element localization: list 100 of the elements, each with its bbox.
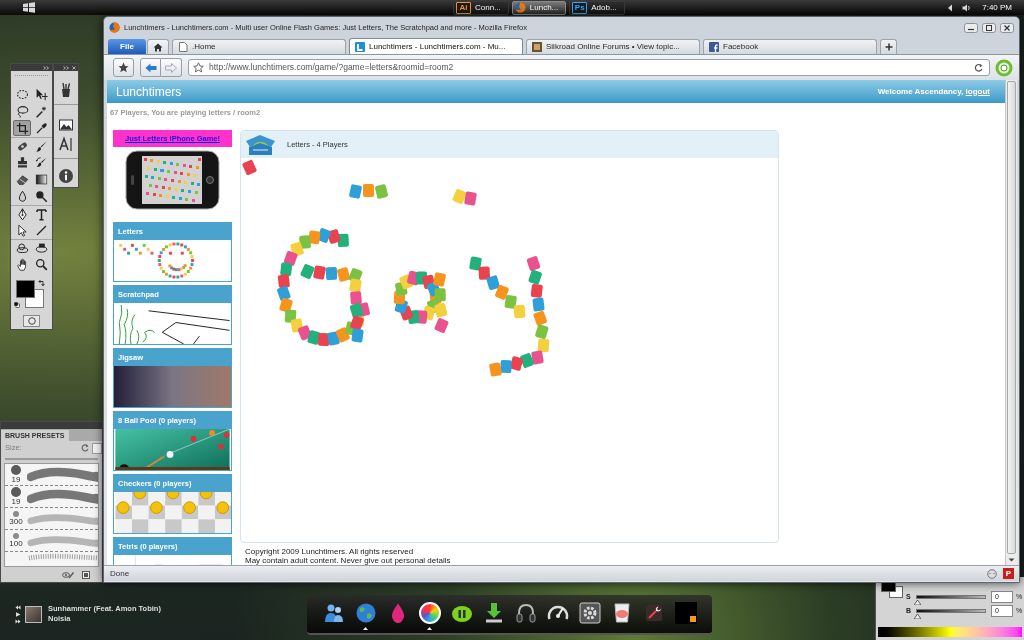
- status-text: Done: [110, 567, 130, 580]
- scrollbar-thumb[interactable]: [1007, 81, 1016, 554]
- app-tile: Ps: [572, 1, 588, 14]
- quick-mask-button[interactable]: [23, 315, 40, 327]
- eye-brush-icon[interactable]: [62, 570, 74, 579]
- bookmarks-button[interactable]: [113, 58, 134, 77]
- person-pair-icon[interactable]: [322, 602, 345, 624]
- brush-tip-icon: [11, 465, 21, 475]
- addon-badge[interactable]: P: [1003, 568, 1014, 579]
- browser-logo-icon: [109, 22, 120, 33]
- gear-icon[interactable]: [578, 602, 601, 624]
- color-wheel-icon[interactable]: [418, 602, 441, 624]
- color-spectrum[interactable]: [878, 627, 1022, 637]
- new-preset-icon[interactable]: [82, 570, 90, 579]
- reset-icon[interactable]: [81, 444, 89, 452]
- stamp-icon: [15, 155, 29, 169]
- brush-icon: [34, 139, 48, 153]
- page-icon: [178, 42, 188, 52]
- maximize-icon[interactable]: [982, 22, 996, 33]
- browser-tab[interactable]: .Home: [172, 39, 346, 54]
- brush-size: 19: [11, 475, 21, 484]
- site-name: Lunchtimers: [116, 83, 182, 101]
- minimize-icon[interactable]: [964, 22, 978, 33]
- favicon-icon: [532, 42, 542, 52]
- browser-tab[interactable]: Silkroad Online Forums • View topic...: [526, 39, 700, 54]
- info-icon[interactable]: [58, 168, 74, 184]
- default-colors-icon[interactable]: [14, 302, 20, 308]
- play-icon[interactable]: [15, 611, 21, 617]
- reload-icon[interactable]: [974, 63, 983, 72]
- marquee-icon: [15, 87, 29, 101]
- magic-wand-icon: [34, 104, 48, 118]
- crop-icon: [15, 121, 29, 135]
- arrow-left-icon: [144, 62, 157, 73]
- scroll-down-icon[interactable]: [1008, 558, 1015, 562]
- brush-size: 19: [11, 497, 21, 506]
- browser-tab[interactable]: Facebook: [703, 39, 877, 54]
- taskbar-button[interactable]: Lunch...: [511, 0, 567, 15]
- gradient-icon: [34, 172, 48, 186]
- close-icon[interactable]: [72, 65, 76, 70]
- footer-text: Copyright 2009 Lunchtimers. All rights reserved: [245, 547, 414, 556]
- ring-icon[interactable]: [995, 58, 1013, 77]
- window-preview-icon[interactable]: [674, 602, 697, 624]
- pen-nib-icon: [15, 207, 29, 221]
- speaker-icon[interactable]: [962, 3, 972, 12]
- lasso-icon: [15, 104, 29, 118]
- eyedropper-icon: [34, 121, 48, 135]
- favicon-icon: [355, 41, 365, 52]
- browser-logo-icon: [514, 2, 526, 13]
- chevron-left-icon[interactable]: [947, 3, 954, 12]
- brush-tip-icon: [13, 533, 19, 539]
- orbit-icon: [15, 241, 29, 255]
- windows-logo-icon[interactable]: [22, 2, 36, 13]
- move-icon: [34, 87, 48, 101]
- block-on-orbit-icon: [34, 241, 48, 255]
- text-cursor-icon[interactable]: [58, 136, 74, 152]
- scrollbar[interactable]: [1005, 80, 1017, 565]
- size-field[interactable]: [92, 442, 102, 454]
- star-icon: [118, 62, 129, 73]
- brush-stroke-drawing: [27, 466, 98, 483]
- history-brush-icon: [34, 155, 48, 169]
- circle-outline-icon: [27, 317, 36, 325]
- lollipop-icon: [34, 189, 48, 203]
- favicon-icon: [709, 42, 719, 52]
- new-tab-button[interactable]: [880, 39, 897, 54]
- hand-icon: [15, 257, 29, 271]
- address-field[interactable]: http://www.lunchtimers.com/game/?game=letters&roomid=room2: [188, 59, 990, 76]
- brush-tip-icon: [13, 511, 19, 517]
- tool-button[interactable]: [13, 120, 31, 136]
- welcome-message: Welcome Ascendancy, logout: [877, 85, 990, 98]
- home-icon: [153, 42, 163, 52]
- brush-tip-icon: [11, 487, 21, 497]
- brush-size: 100: [9, 539, 23, 548]
- slider-thumb[interactable]: [913, 614, 921, 619]
- clock: 7:40 PM: [982, 1, 1012, 14]
- previous-icon[interactable]: [15, 604, 21, 610]
- browser-tab[interactable]: Lunchtimers - Lunchtimers.com - Mu...: [349, 38, 523, 54]
- globe-icon[interactable]: [354, 602, 377, 624]
- eraser-icon: [15, 172, 29, 186]
- footer-text: May contain adult content. Never give out personal details: [245, 556, 451, 565]
- close-icon[interactable]: [1000, 22, 1014, 33]
- line-icon: [34, 223, 48, 237]
- double-chevron-icon[interactable]: [43, 65, 49, 70]
- foreground-color-swatch[interactable]: [16, 280, 35, 298]
- headphones-icon[interactable]: [514, 602, 537, 624]
- double-chevron-icon[interactable]: [63, 65, 69, 70]
- next-icon[interactable]: [15, 618, 21, 624]
- image-icon[interactable]: [58, 117, 74, 133]
- app-tile: Ai: [456, 1, 471, 14]
- taskbar-button[interactable]: Ai Conn...: [453, 0, 509, 15]
- phone-drawing[interactable]: [125, 150, 220, 210]
- pointer-icon: [15, 223, 29, 237]
- circle-face-icon[interactable]: [987, 568, 997, 579]
- type-tool-icon: [34, 207, 48, 221]
- taskbar-button[interactable]: Ps Adob...: [569, 0, 625, 15]
- file-menu-button[interactable]: File: [108, 39, 146, 54]
- bookmark-star-icon: [193, 62, 204, 73]
- home-button[interactable]: [147, 39, 169, 54]
- back-button[interactable]: [140, 58, 161, 77]
- slider-thumb[interactable]: [913, 600, 921, 605]
- swap-arrows-icon[interactable]: [38, 280, 45, 287]
